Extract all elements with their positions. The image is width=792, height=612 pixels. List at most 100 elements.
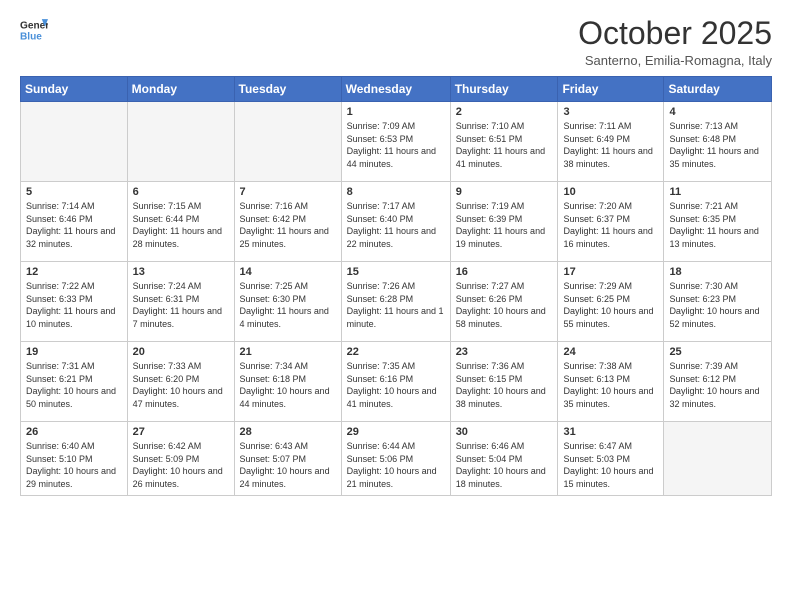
calendar-cell: 23Sunrise: 7:36 AM Sunset: 6:15 PM Dayli… (450, 342, 558, 422)
day-info: Sunrise: 6:43 AM Sunset: 5:07 PM Dayligh… (240, 440, 336, 490)
calendar-cell: 7 Sunrise: 7:16 AM Sunset: 6:42 PM Daylig… (234, 182, 341, 262)
day-number: 10 (563, 186, 658, 198)
calendar-week-2: 5 Sunrise: 7:14 AM Sunset: 6:46 PM Daylig… (21, 182, 772, 262)
day-info: Sunrise: 7:33 AM Sunset: 6:20 PM Dayligh… (133, 360, 229, 410)
col-friday: Friday (558, 77, 664, 102)
day-number: 6 (133, 186, 229, 198)
day-number: 26 (26, 426, 122, 438)
day-number: 21 (240, 346, 336, 358)
col-tuesday: Tuesday (234, 77, 341, 102)
day-number: 25 (669, 346, 766, 358)
calendar-cell (664, 422, 772, 495)
day-info: Sunrise: 7:39 AM Sunset: 6:12 PM Dayligh… (669, 360, 766, 410)
calendar-cell: 16 Sunrise: 7:27 AM Sunset: 6:26 PM Dayli… (450, 262, 558, 342)
title-block: October 2025 Santerno, Emilia-Romagna, I… (578, 16, 772, 68)
day-number: 30 (456, 426, 553, 438)
day-number: 14 (240, 266, 336, 278)
day-number: 4 (669, 106, 766, 118)
calendar-cell (127, 102, 234, 182)
calendar-cell: 4Sunrise: 7:13 AM Sunset: 6:48 PM Daylig… (664, 102, 772, 182)
calendar-cell: 8 Sunrise: 7:17 AM Sunset: 6:40 PM Daylig… (341, 182, 450, 262)
day-info: Sunrise: 6:40 AM Sunset: 5:10 PM Dayligh… (26, 440, 122, 490)
day-number: 3 (563, 106, 658, 118)
calendar-week-5: 26 Sunrise: 6:40 AM Sunset: 5:10 PM Dayli… (21, 422, 772, 495)
calendar-cell: 18 Sunrise: 7:30 AM Sunset: 6:23 PM Dayli… (664, 262, 772, 342)
calendar-cell: 31Sunrise: 6:47 AM Sunset: 5:03 PM Dayli… (558, 422, 664, 495)
calendar-cell: 9 Sunrise: 7:19 AM Sunset: 6:39 PM Daylig… (450, 182, 558, 262)
calendar-cell: 15 Sunrise: 7:26 AM Sunset: 6:28 PM Dayli… (341, 262, 450, 342)
calendar-cell: 3 Sunrise: 7:11 AM Sunset: 6:49 PM Daylig… (558, 102, 664, 182)
calendar-week-4: 19Sunrise: 7:31 AM Sunset: 6:21 PM Dayli… (21, 342, 772, 422)
page-subtitle: Santerno, Emilia-Romagna, Italy (578, 53, 772, 68)
day-number: 29 (347, 426, 445, 438)
calendar-week-1: 1Sunrise: 7:09 AM Sunset: 6:53 PM Daylig… (21, 102, 772, 182)
calendar-cell: 10 Sunrise: 7:20 AM Sunset: 6:37 PM Dayli… (558, 182, 664, 262)
day-info: Sunrise: 7:24 AM Sunset: 6:31 PM Dayligh… (133, 280, 229, 330)
day-info: Sunrise: 7:25 AM Sunset: 6:30 PM Dayligh… (240, 280, 336, 330)
logo-icon: General Blue (20, 16, 48, 44)
calendar-cell: 12 Sunrise: 7:22 AM Sunset: 6:33 PM Dayli… (21, 262, 128, 342)
day-info: Sunrise: 7:17 AM Sunset: 6:40 PM Dayligh… (347, 200, 445, 250)
calendar-cell: 13 Sunrise: 7:24 AM Sunset: 6:31 PM Dayli… (127, 262, 234, 342)
calendar-cell (234, 102, 341, 182)
calendar-cell: 21 Sunrise: 7:34 AM Sunset: 6:18 PM Dayli… (234, 342, 341, 422)
calendar-cell: 30 Sunrise: 6:46 AM Sunset: 5:04 PM Dayli… (450, 422, 558, 495)
calendar-cell: 25 Sunrise: 7:39 AM Sunset: 6:12 PM Dayli… (664, 342, 772, 422)
day-info: Sunrise: 7:10 AM Sunset: 6:51 PM Dayligh… (456, 120, 553, 170)
day-number: 1 (347, 106, 445, 118)
day-info: Sunrise: 7:20 AM Sunset: 6:37 PM Dayligh… (563, 200, 658, 250)
calendar-cell: 5 Sunrise: 7:14 AM Sunset: 6:46 PM Daylig… (21, 182, 128, 262)
calendar-cell: 27Sunrise: 6:42 AM Sunset: 5:09 PM Dayli… (127, 422, 234, 495)
logo: General Blue (20, 16, 48, 44)
calendar-cell: 2 Sunrise: 7:10 AM Sunset: 6:51 PM Daylig… (450, 102, 558, 182)
day-info: Sunrise: 7:30 AM Sunset: 6:23 PM Dayligh… (669, 280, 766, 330)
page-title: October 2025 (578, 16, 772, 51)
calendar-cell: 6 Sunrise: 7:15 AM Sunset: 6:44 PM Daylig… (127, 182, 234, 262)
day-info: Sunrise: 6:47 AM Sunset: 5:03 PM Dayligh… (563, 440, 658, 490)
day-info: Sunrise: 7:22 AM Sunset: 6:33 PM Dayligh… (26, 280, 122, 330)
col-saturday: Saturday (664, 77, 772, 102)
day-number: 28 (240, 426, 336, 438)
calendar-cell: 20Sunrise: 7:33 AM Sunset: 6:20 PM Dayli… (127, 342, 234, 422)
calendar-week-3: 12 Sunrise: 7:22 AM Sunset: 6:33 PM Dayli… (21, 262, 772, 342)
day-number: 5 (26, 186, 122, 198)
day-info: Sunrise: 7:11 AM Sunset: 6:49 PM Dayligh… (563, 120, 658, 170)
day-info: Sunrise: 7:19 AM Sunset: 6:39 PM Dayligh… (456, 200, 553, 250)
day-number: 2 (456, 106, 553, 118)
day-info: Sunrise: 7:29 AM Sunset: 6:25 PM Dayligh… (563, 280, 658, 330)
day-info: Sunrise: 7:16 AM Sunset: 6:42 PM Dayligh… (240, 200, 336, 250)
day-number: 24 (563, 346, 658, 358)
col-thursday: Thursday (450, 77, 558, 102)
day-info: Sunrise: 7:21 AM Sunset: 6:35 PM Dayligh… (669, 200, 766, 250)
day-number: 13 (133, 266, 229, 278)
day-number: 15 (347, 266, 445, 278)
calendar-cell: 28 Sunrise: 6:43 AM Sunset: 5:07 PM Dayli… (234, 422, 341, 495)
day-info: Sunrise: 7:14 AM Sunset: 6:46 PM Dayligh… (26, 200, 122, 250)
calendar-cell: 24 Sunrise: 7:38 AM Sunset: 6:13 PM Dayli… (558, 342, 664, 422)
day-info: Sunrise: 7:35 AM Sunset: 6:16 PM Dayligh… (347, 360, 445, 410)
day-number: 12 (26, 266, 122, 278)
day-info: Sunrise: 7:36 AM Sunset: 6:15 PM Dayligh… (456, 360, 553, 410)
col-monday: Monday (127, 77, 234, 102)
calendar-cell: 11Sunrise: 7:21 AM Sunset: 6:35 PM Dayli… (664, 182, 772, 262)
day-info: Sunrise: 7:38 AM Sunset: 6:13 PM Dayligh… (563, 360, 658, 410)
day-number: 22 (347, 346, 445, 358)
day-info: Sunrise: 7:15 AM Sunset: 6:44 PM Dayligh… (133, 200, 229, 250)
day-number: 18 (669, 266, 766, 278)
day-number: 16 (456, 266, 553, 278)
day-info: Sunrise: 6:42 AM Sunset: 5:09 PM Dayligh… (133, 440, 229, 490)
day-number: 9 (456, 186, 553, 198)
day-info: Sunrise: 7:34 AM Sunset: 6:18 PM Dayligh… (240, 360, 336, 410)
svg-text:Blue: Blue (20, 31, 42, 42)
calendar-cell: 22 Sunrise: 7:35 AM Sunset: 6:16 PM Dayli… (341, 342, 450, 422)
day-info: Sunrise: 6:46 AM Sunset: 5:04 PM Dayligh… (456, 440, 553, 490)
calendar-header-row: Sunday Monday Tuesday Wednesday Thursday… (21, 77, 772, 102)
calendar-cell: 1Sunrise: 7:09 AM Sunset: 6:53 PM Daylig… (341, 102, 450, 182)
day-info: Sunrise: 7:27 AM Sunset: 6:26 PM Dayligh… (456, 280, 553, 330)
day-number: 7 (240, 186, 336, 198)
col-wednesday: Wednesday (341, 77, 450, 102)
calendar-cell (21, 102, 128, 182)
day-info: Sunrise: 7:26 AM Sunset: 6:28 PM Dayligh… (347, 280, 445, 330)
day-number: 8 (347, 186, 445, 198)
col-sunday: Sunday (21, 77, 128, 102)
